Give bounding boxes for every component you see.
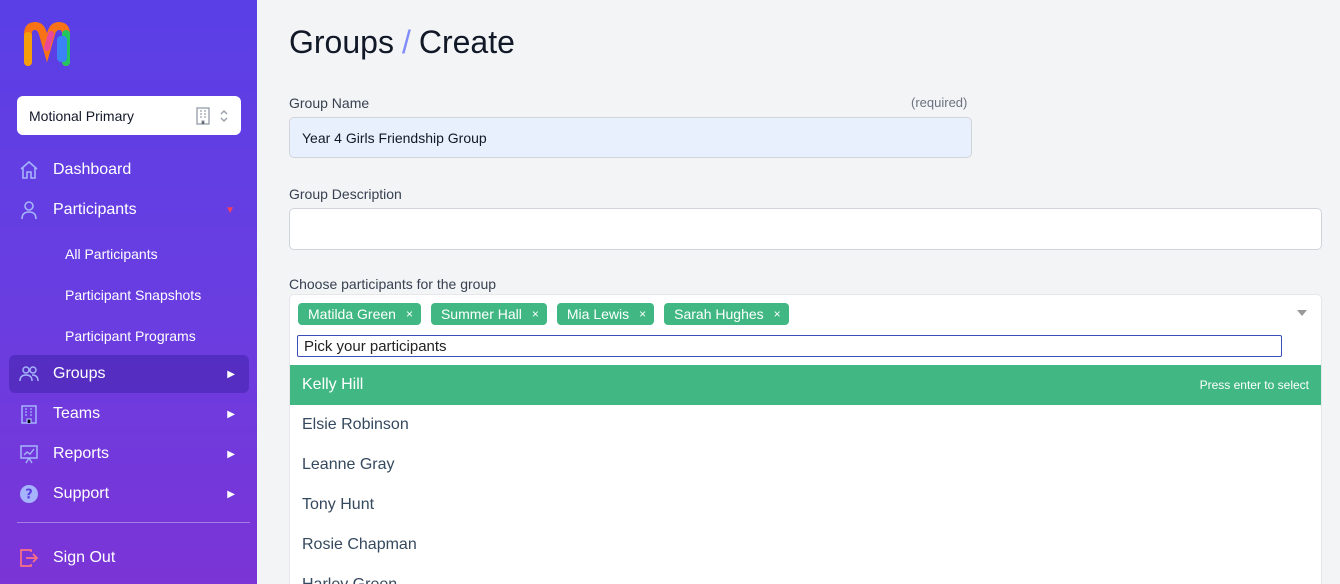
option-label: Tony Hunt <box>302 496 375 513</box>
nav-sign-out-label: Sign Out <box>53 549 116 566</box>
group-description-label: Group Description <box>289 186 402 202</box>
sub-item-participant-snapshots[interactable]: Participant Snapshots <box>65 287 201 303</box>
option-label: Kelly Hill <box>302 376 364 393</box>
caret-right-icon: ▶ <box>227 488 235 500</box>
tag-label: Matilda Green <box>308 306 396 322</box>
nav-support[interactable]: ? Support ▶ <box>9 475 249 513</box>
option-item[interactable]: Rosie Chapman <box>290 525 1321 565</box>
svg-text:?: ? <box>25 488 33 503</box>
question-circle-icon: ? <box>20 485 38 503</box>
option-item[interactable]: Kelly Hill Press enter to select <box>290 365 1321 405</box>
participants-search-placeholder: Pick your participants <box>304 337 447 355</box>
remove-tag-icon[interactable]: × <box>639 307 646 321</box>
participant-tag: Sarah Hughes × <box>664 303 789 325</box>
option-item[interactable]: Harley Green <box>290 565 1321 584</box>
participant-tag: Mia Lewis × <box>556 303 655 325</box>
caret-right-icon: ▶ <box>227 448 235 460</box>
dropdown-caret-icon[interactable] <box>1297 310 1307 316</box>
group-name-input[interactable]: Year 4 Girls Friendship Group <box>289 117 972 158</box>
required-note: (required) <box>911 95 968 110</box>
nav-participants-label: Participants <box>53 201 137 218</box>
nav-teams[interactable]: Teams ▶ <box>9 395 249 433</box>
nav-teams-label: Teams <box>53 405 101 422</box>
breadcrumb-current: Create <box>418 24 515 60</box>
option-item[interactable]: Tony Hunt <box>290 485 1321 525</box>
participants-search-input[interactable]: Pick your participants <box>297 335 1282 357</box>
logout-icon <box>20 549 39 567</box>
tag-label: Summer Hall <box>440 306 522 322</box>
presentation-chart-icon <box>20 445 38 464</box>
building-icon <box>196 106 210 125</box>
remove-tag-icon[interactable]: × <box>532 307 539 321</box>
nav-reports[interactable]: Reports ▶ <box>9 435 249 473</box>
option-item[interactable]: Leanne Gray <box>290 445 1321 485</box>
option-label: Leanne Gray <box>302 456 395 473</box>
group-name-label: Group Name <box>289 95 370 111</box>
remove-tag-icon[interactable]: × <box>774 307 781 321</box>
selected-tags: Matilda Green × Summer Hall × Mia Lewis … <box>298 303 789 325</box>
sub-item-all-participants[interactable]: All Participants <box>65 246 158 262</box>
nav-dashboard-label: Dashboard <box>53 161 132 178</box>
group-name-value: Year 4 Girls Friendship Group <box>302 129 487 146</box>
caret-down-icon: ▼ <box>225 204 235 216</box>
user-icon <box>21 201 37 220</box>
nav-groups-label: Groups <box>53 365 106 382</box>
nav-reports-label: Reports <box>53 445 110 462</box>
breadcrumb: Groups / Create <box>289 24 515 61</box>
press-enter-hint: Press enter to select <box>1199 378 1309 392</box>
chevron-updown-icon <box>220 109 228 122</box>
participants-multiselect[interactable]: Matilda Green × Summer Hall × Mia Lewis … <box>289 294 1322 584</box>
sub-item-participant-programs[interactable]: Participant Programs <box>65 328 196 344</box>
home-icon <box>20 160 38 179</box>
nav-support-label: Support <box>53 485 110 502</box>
nav-sign-out[interactable]: Sign Out <box>9 539 249 577</box>
nav-participants[interactable]: Participants ▼ <box>9 191 249 229</box>
tag-label: Mia Lewis <box>566 306 630 322</box>
participant-tag: Matilda Green × <box>298 303 421 325</box>
motional-logo <box>24 22 70 66</box>
breadcrumb-separator: / <box>401 24 411 60</box>
option-label: Harley Green <box>302 576 397 584</box>
breadcrumb-root[interactable]: Groups <box>289 24 394 60</box>
sidebar: Motional Primary Dashboard Participants … <box>0 0 257 584</box>
tag-label: Sarah Hughes <box>674 306 764 322</box>
option-label: Rosie Chapman <box>302 536 417 553</box>
users-icon <box>19 366 39 382</box>
option-label: Elsie Robinson <box>302 416 409 433</box>
nav-dashboard[interactable]: Dashboard <box>9 151 249 189</box>
options-list: Kelly Hill Press enter to select Elsie R… <box>290 365 1321 584</box>
office-building-icon <box>21 405 37 424</box>
nav-groups[interactable]: Groups ▶ <box>9 355 249 393</box>
participant-tag: Summer Hall × <box>430 303 547 325</box>
option-item[interactable]: Elsie Robinson <box>290 405 1321 445</box>
school-select[interactable]: Motional Primary <box>17 96 241 135</box>
caret-right-icon: ▶ <box>227 408 235 420</box>
caret-right-icon: ▶ <box>227 368 235 380</box>
group-description-input[interactable] <box>289 208 1322 250</box>
school-select-value: Motional Primary <box>29 107 135 124</box>
remove-tag-icon[interactable]: × <box>406 307 413 321</box>
sidebar-divider <box>17 522 250 523</box>
participants-label: Choose participants for the group <box>289 276 497 292</box>
